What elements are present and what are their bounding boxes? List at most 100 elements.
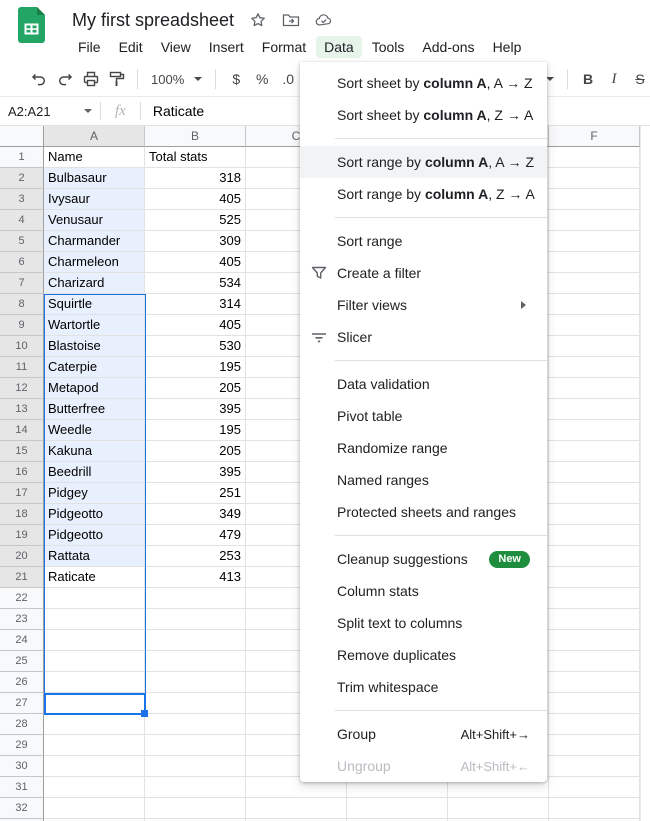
cell-B18[interactable]: 349 bbox=[145, 504, 246, 525]
menu-item-trim-whitespace[interactable]: Trim whitespace bbox=[300, 671, 547, 703]
cell-F1[interactable] bbox=[549, 147, 640, 168]
name-box[interactable]: A2:A21 bbox=[0, 104, 100, 119]
cell-F23[interactable] bbox=[549, 609, 640, 630]
cell-B6[interactable]: 405 bbox=[145, 252, 246, 273]
cell-F30[interactable] bbox=[549, 756, 640, 777]
row-header-11[interactable]: 11 bbox=[0, 357, 44, 378]
document-title[interactable]: My first spreadsheet bbox=[72, 10, 234, 31]
cell-A7[interactable]: Charizard bbox=[44, 273, 145, 294]
row-header-4[interactable]: 4 bbox=[0, 210, 44, 231]
cell-A21[interactable]: Raticate bbox=[44, 567, 145, 588]
cell-F27[interactable] bbox=[549, 693, 640, 714]
menu-item-slicer[interactable]: Slicer bbox=[300, 321, 547, 353]
cell-F22[interactable] bbox=[549, 588, 640, 609]
cell-B24[interactable] bbox=[145, 630, 246, 651]
cell-B5[interactable]: 309 bbox=[145, 231, 246, 252]
row-header-31[interactable]: 31 bbox=[0, 777, 44, 798]
cell-B21[interactable]: 413 bbox=[145, 567, 246, 588]
cell-A2[interactable]: Bulbasaur bbox=[44, 168, 145, 189]
cell-A11[interactable]: Caterpie bbox=[44, 357, 145, 378]
row-header-25[interactable]: 25 bbox=[0, 651, 44, 672]
cell-A16[interactable]: Beedrill bbox=[44, 462, 145, 483]
menu-item-sort-range-za[interactable]: Sort range by column A, Z → A bbox=[300, 178, 547, 210]
menu-item-pivot-table[interactable]: Pivot table bbox=[300, 400, 547, 432]
menu-item-named-ranges[interactable]: Named ranges bbox=[300, 464, 547, 496]
star-icon[interactable] bbox=[249, 11, 267, 29]
row-header-27[interactable]: 27 bbox=[0, 693, 44, 714]
cell-D32[interactable] bbox=[347, 798, 448, 819]
cell-A8[interactable]: Squirtle bbox=[44, 294, 145, 315]
cell-B31[interactable] bbox=[145, 777, 246, 798]
row-header-2[interactable]: 2 bbox=[0, 168, 44, 189]
cell-B1[interactable]: Total stats bbox=[145, 147, 246, 168]
bold-button[interactable]: B bbox=[575, 66, 601, 92]
cell-A20[interactable]: Rattata bbox=[44, 546, 145, 567]
menu-item-sort-range-az[interactable]: Sort range by column A, A → Z bbox=[300, 146, 547, 178]
row-header-7[interactable]: 7 bbox=[0, 273, 44, 294]
cell-F9[interactable] bbox=[549, 315, 640, 336]
cell-F5[interactable] bbox=[549, 231, 640, 252]
cell-A27[interactable] bbox=[44, 693, 145, 714]
cell-A4[interactable]: Venusaur bbox=[44, 210, 145, 231]
cell-A5[interactable]: Charmander bbox=[44, 231, 145, 252]
cell-F29[interactable] bbox=[549, 735, 640, 756]
cell-B15[interactable]: 205 bbox=[145, 441, 246, 462]
vertical-scrollbar[interactable] bbox=[640, 126, 650, 821]
menu-item-group[interactable]: GroupAlt+Shift+→ bbox=[300, 718, 547, 750]
cell-B10[interactable]: 530 bbox=[145, 336, 246, 357]
row-header-9[interactable]: 9 bbox=[0, 315, 44, 336]
cell-B2[interactable]: 318 bbox=[145, 168, 246, 189]
cell-A26[interactable] bbox=[44, 672, 145, 693]
cloud-check-icon[interactable] bbox=[315, 11, 333, 29]
menubar-help[interactable]: Help bbox=[485, 36, 530, 58]
row-header-26[interactable]: 26 bbox=[0, 672, 44, 693]
menu-item-remove-duplicates[interactable]: Remove duplicates bbox=[300, 639, 547, 671]
cell-C32[interactable] bbox=[246, 798, 347, 819]
menu-item-data-validation[interactable]: Data validation bbox=[300, 368, 547, 400]
cell-B16[interactable]: 395 bbox=[145, 462, 246, 483]
column-header-f[interactable]: F bbox=[549, 126, 640, 147]
menu-item-filter-views[interactable]: Filter views bbox=[300, 289, 547, 321]
row-header-20[interactable]: 20 bbox=[0, 546, 44, 567]
cell-F4[interactable] bbox=[549, 210, 640, 231]
cell-A29[interactable] bbox=[44, 735, 145, 756]
zoom-select[interactable]: 100% bbox=[145, 66, 208, 92]
cell-B23[interactable] bbox=[145, 609, 246, 630]
cell-B28[interactable] bbox=[145, 714, 246, 735]
cell-A28[interactable] bbox=[44, 714, 145, 735]
cell-F20[interactable] bbox=[549, 546, 640, 567]
cell-A19[interactable]: Pidgeotto bbox=[44, 525, 145, 546]
cell-A23[interactable] bbox=[44, 609, 145, 630]
cell-A3[interactable]: Ivysaur bbox=[44, 189, 145, 210]
cell-F25[interactable] bbox=[549, 651, 640, 672]
strikethrough-button[interactable]: S bbox=[627, 66, 650, 92]
cell-B13[interactable]: 395 bbox=[145, 399, 246, 420]
cell-B3[interactable]: 405 bbox=[145, 189, 246, 210]
row-header-12[interactable]: 12 bbox=[0, 378, 44, 399]
cell-F21[interactable] bbox=[549, 567, 640, 588]
cell-F15[interactable] bbox=[549, 441, 640, 462]
cell-F12[interactable] bbox=[549, 378, 640, 399]
cell-A17[interactable]: Pidgey bbox=[44, 483, 145, 504]
cell-B32[interactable] bbox=[145, 798, 246, 819]
cell-B25[interactable] bbox=[145, 651, 246, 672]
column-header-a[interactable]: A bbox=[44, 126, 145, 147]
cell-B8[interactable]: 314 bbox=[145, 294, 246, 315]
cell-F2[interactable] bbox=[549, 168, 640, 189]
row-header-19[interactable]: 19 bbox=[0, 525, 44, 546]
print-icon[interactable] bbox=[78, 66, 104, 92]
cell-F8[interactable] bbox=[549, 294, 640, 315]
cell-B12[interactable]: 205 bbox=[145, 378, 246, 399]
cell-E32[interactable] bbox=[448, 798, 549, 819]
cell-F28[interactable] bbox=[549, 714, 640, 735]
cell-F3[interactable] bbox=[549, 189, 640, 210]
menubar-insert[interactable]: Insert bbox=[201, 36, 252, 58]
cell-B9[interactable]: 405 bbox=[145, 315, 246, 336]
cell-F11[interactable] bbox=[549, 357, 640, 378]
row-header-13[interactable]: 13 bbox=[0, 399, 44, 420]
italic-button[interactable]: I bbox=[601, 66, 627, 92]
row-header-8[interactable]: 8 bbox=[0, 294, 44, 315]
row-header-21[interactable]: 21 bbox=[0, 567, 44, 588]
menubar-addons[interactable]: Add-ons bbox=[414, 36, 482, 58]
menu-item-randomize-range[interactable]: Randomize range bbox=[300, 432, 547, 464]
